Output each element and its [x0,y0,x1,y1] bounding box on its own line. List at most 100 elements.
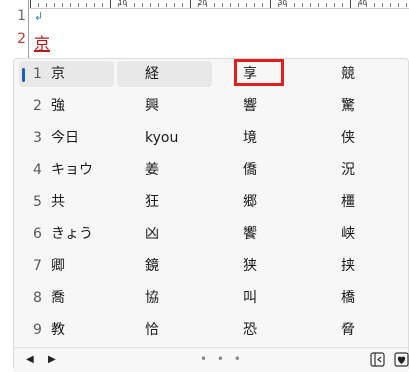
candidate-text: 教 [51,322,65,338]
candidate-text: 橋 [341,290,355,306]
candidate-text: 京 [51,66,65,82]
candidate-text: 挟 [341,258,355,274]
ruler-tick [398,3,399,7]
candidate-text: 鏡 [145,258,159,274]
candidate-text: 響 [243,98,257,114]
ruler-tick [310,3,311,7]
ruler-tick [246,3,247,7]
candidate-item[interactable]: 況 [313,157,408,183]
ruler-tick [38,3,39,7]
ruler-tick [110,0,111,8]
candidate-item[interactable]: 7卿 [19,253,114,279]
ruler-tick [262,3,263,7]
ruler-tick [126,3,127,7]
composition-underline [34,50,50,52]
candidate-text: 僑 [243,162,257,178]
ruler-tick [270,0,271,8]
candidate-text: 侠 [341,130,355,146]
candidate-item[interactable]: 5共 [19,189,114,215]
candidate-item[interactable]: 6 きょう [19,221,114,247]
ruler-tick [150,3,151,7]
candidate-item[interactable]: 狂 [117,189,212,215]
line-number-active: 2 [17,31,26,47]
candidate-item[interactable]: 協 [117,285,212,311]
candidate-item[interactable]: 9教 [19,317,114,343]
next-page-button[interactable]: ▶ [48,354,56,365]
ruler-tick [214,3,215,7]
previous-page-button[interactable]: ◀ [26,354,34,365]
candidate-number: 2 [33,98,42,114]
ruler-tick [302,3,303,7]
more-options-icon[interactable]: • • • [200,352,244,366]
text-editor[interactable]: 1 2 10 20 30 40 ↲ 京 [0,0,409,58]
ruler-tick [278,3,279,7]
candidate-item[interactable]: 脅 [313,317,408,343]
candidate-item[interactable]: 饗 [215,221,310,247]
ruler-tick [366,3,367,7]
ruler-tick [254,3,255,7]
candidate-item[interactable]: 橋 [313,285,408,311]
ruler-tick [62,3,63,7]
column-ruler: 10 20 30 40 [30,0,409,9]
candidate-number: 9 [33,322,42,338]
candidate-item[interactable]: 恰 [117,317,212,343]
ruler-tick [70,3,71,7]
candidate-item[interactable]: 凶 [117,221,212,247]
candidate-text: 狂 [145,194,159,210]
candidate-item[interactable]: 峡 [313,221,408,247]
candidate-item[interactable]: 境 [215,125,310,151]
return-mark-icon: ↲ [34,10,44,23]
candidate-item[interactable]: 恐 [215,317,310,343]
candidate-item[interactable]: kyou [117,125,212,151]
candidate-text: 喬 [51,290,65,306]
candidate-text: 峡 [341,226,355,242]
candidate-text: キョウ [51,162,93,178]
candidate-text: 今日 [51,130,79,146]
ruler-tick [342,3,343,7]
ruler-tick [374,3,375,7]
candidate-item[interactable]: 鏡 [117,253,212,279]
candidate-item[interactable]: 1京 [19,61,114,87]
candidate-item[interactable]: 僑 [215,157,310,183]
candidate-text: 境 [243,130,257,146]
candidate-item[interactable]: 驚 [313,93,408,119]
candidate-text: 狭 [243,258,257,274]
candidate-text: 叫 [243,290,257,306]
candidate-text: 卿 [51,258,65,274]
candidate-item[interactable]: 経 [117,61,212,87]
ruler-tick [294,3,295,7]
candidate-text: 興 [145,98,159,114]
gutter-divider [28,0,29,58]
ruler-tick [118,3,119,7]
candidate-text: 凶 [145,226,159,242]
candidate-text: 競 [341,66,355,82]
candidate-item[interactable]: 3 今日 [19,125,114,151]
candidate-item[interactable]: 響 [215,93,310,119]
candidate-item[interactable]: 8喬 [19,285,114,311]
favorite-heart-icon[interactable] [394,352,409,367]
candidate-item[interactable]: 4 キョウ [19,157,114,183]
ruler-tick [190,0,191,8]
candidate-text: 饗 [243,226,257,242]
candidate-item[interactable]: 郷 [215,189,310,215]
candidate-item[interactable]: 狭 [215,253,310,279]
candidate-text: 姜 [145,162,159,178]
ruler-tick [334,3,335,7]
candidate-item[interactable]: 競 [313,61,408,87]
collapse-panel-icon[interactable] [370,352,385,367]
ruler-tick [406,3,407,7]
candidate-item[interactable]: 侠 [313,125,408,151]
candidate-item[interactable]: 挟 [313,253,408,279]
ruler-tick [134,3,135,7]
ruler-tick [78,3,79,7]
candidate-item[interactable]: 2強 [19,93,114,119]
ruler-tick [286,3,287,7]
candidate-item[interactable]: 姜 [117,157,212,183]
ruler-tick [206,3,207,7]
candidate-item[interactable]: 叫 [215,285,310,311]
candidate-text: きょう [51,226,93,242]
ruler-tick [54,3,55,7]
line-number-gutter: 1 2 [0,0,29,58]
candidate-item[interactable]: 興 [117,93,212,119]
candidate-item[interactable]: 橿 [313,189,408,215]
